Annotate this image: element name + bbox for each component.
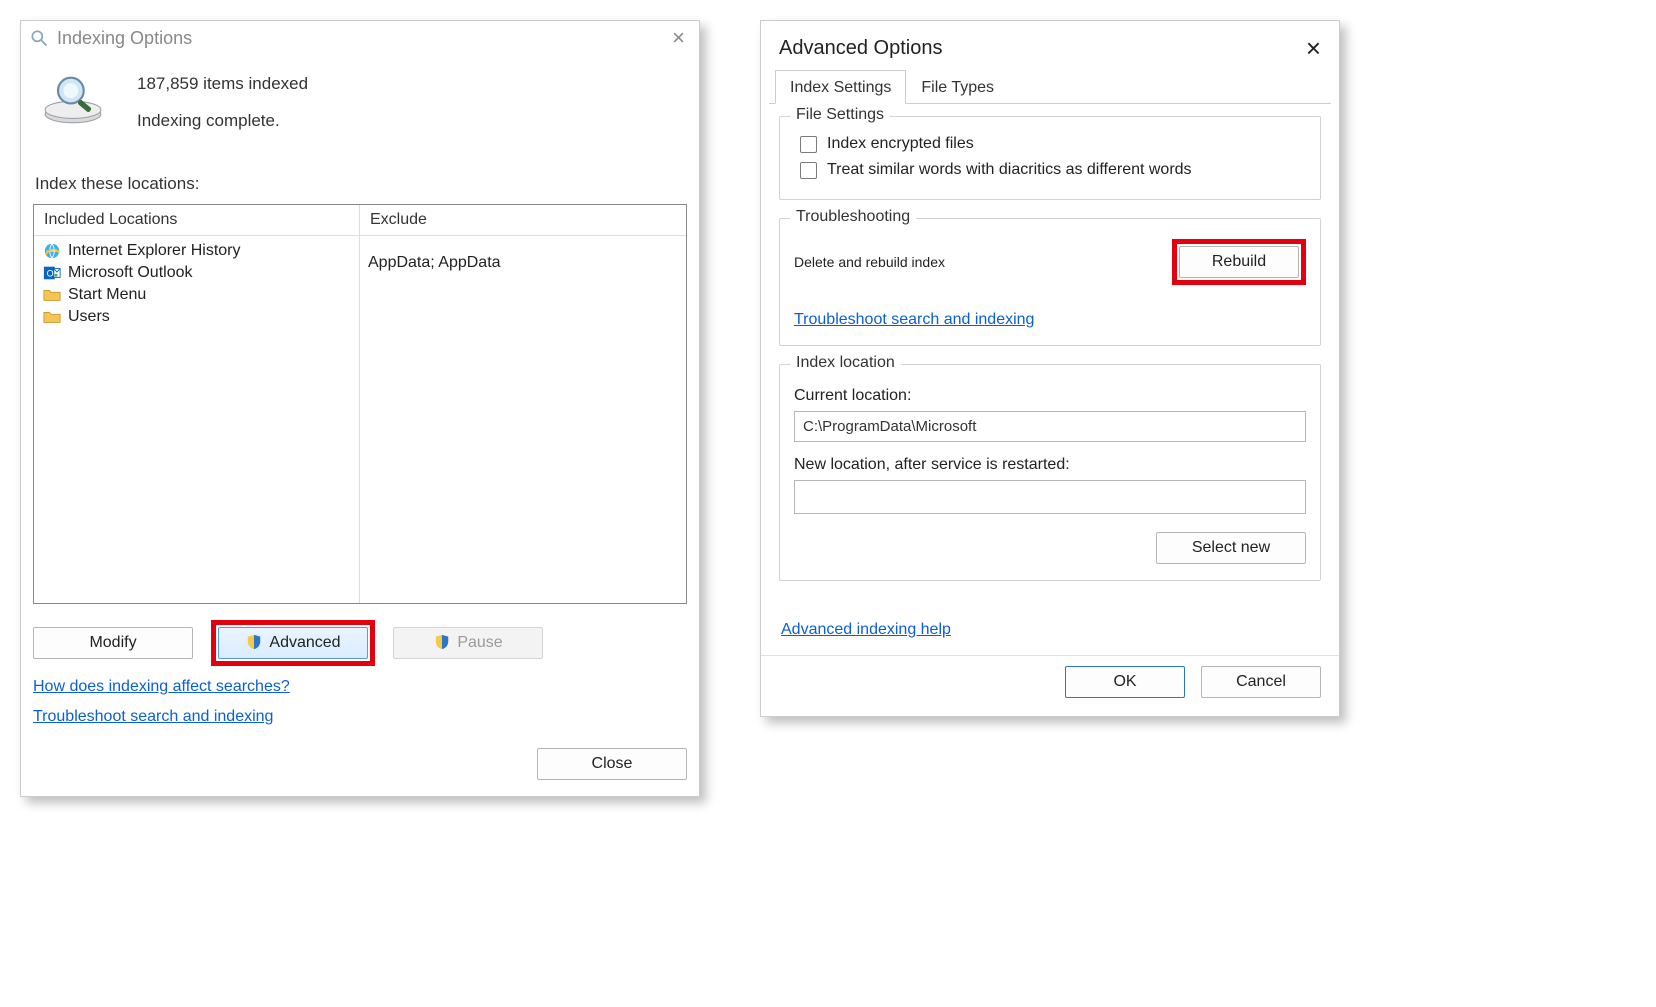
rebuild-button-highlight: Rebuild bbox=[1172, 239, 1306, 285]
items-indexed-text: 187,859 items indexed bbox=[137, 65, 308, 102]
new-location-field[interactable] bbox=[794, 480, 1306, 514]
tabstrip: Index Settings File Types bbox=[769, 69, 1331, 104]
group-title: File Settings bbox=[790, 106, 890, 124]
advanced-options-dialog: Advanced Options × Index Settings File T… bbox=[760, 20, 1340, 717]
tab-file-types[interactable]: File Types bbox=[906, 70, 1009, 104]
svg-text:O: O bbox=[47, 268, 54, 278]
table-row[interactable]: Internet Explorer History bbox=[42, 240, 351, 262]
indexing-options-dialog: Indexing Options × 187,859 items indexed… bbox=[20, 20, 700, 797]
modify-button[interactable]: Modify bbox=[33, 627, 193, 659]
indexing-status-icon bbox=[37, 65, 109, 129]
dialog-title: Indexing Options bbox=[57, 28, 192, 49]
current-location-label: Current location: bbox=[794, 387, 1306, 405]
locations-table: Included Locations Exclude Internet Expl… bbox=[33, 204, 687, 604]
ie-icon bbox=[42, 242, 62, 260]
close-icon[interactable]: × bbox=[666, 27, 691, 49]
titlebar: Indexing Options × bbox=[21, 21, 699, 53]
checkbox-label: Index encrypted files bbox=[827, 135, 974, 153]
troubleshoot-link[interactable]: Troubleshoot search and indexing bbox=[794, 311, 1034, 329]
dialog-title: Advanced Options bbox=[779, 37, 942, 60]
index-locations-label: Index these locations: bbox=[35, 174, 687, 194]
shield-icon bbox=[245, 634, 263, 652]
advanced-help-link[interactable]: Advanced indexing help bbox=[781, 621, 951, 639]
table-row[interactable]: O Microsoft Outlook bbox=[42, 262, 351, 284]
close-button[interactable]: Close bbox=[537, 748, 687, 780]
index-location-group: Index location Current location: C:\Prog… bbox=[779, 364, 1321, 581]
column-exclude[interactable]: Exclude bbox=[360, 205, 686, 235]
cancel-button[interactable]: Cancel bbox=[1201, 666, 1321, 698]
indexing-status-text: Indexing complete. bbox=[137, 102, 308, 139]
titlebar: Advanced Options × bbox=[761, 21, 1339, 69]
pause-button: Pause bbox=[393, 627, 543, 659]
outlook-icon: O bbox=[42, 264, 62, 282]
checkbox-index-encrypted[interactable] bbox=[800, 136, 817, 153]
exclude-cell: AppData; AppData bbox=[368, 252, 678, 274]
row-name: Internet Explorer History bbox=[68, 242, 241, 260]
table-row[interactable]: Users bbox=[42, 306, 351, 328]
checkbox-label: Treat similar words with diacritics as d… bbox=[827, 161, 1192, 179]
group-title: Troubleshooting bbox=[790, 208, 916, 226]
advanced-button[interactable]: Advanced bbox=[218, 627, 368, 659]
troubleshooting-group: Troubleshooting Delete and rebuild index… bbox=[779, 218, 1321, 346]
rebuild-label: Delete and rebuild index bbox=[794, 254, 945, 270]
select-new-button[interactable]: Select new bbox=[1156, 532, 1306, 564]
troubleshoot-link[interactable]: Troubleshoot search and indexing bbox=[33, 708, 273, 726]
folder-icon bbox=[42, 308, 62, 326]
tab-index-settings[interactable]: Index Settings bbox=[775, 70, 906, 104]
rebuild-button[interactable]: Rebuild bbox=[1179, 246, 1299, 278]
advanced-button-highlight: Advanced bbox=[211, 620, 375, 666]
row-name: Microsoft Outlook bbox=[68, 264, 192, 282]
file-settings-group: File Settings Index encrypted files Trea… bbox=[779, 116, 1321, 200]
column-included[interactable]: Included Locations bbox=[34, 205, 360, 235]
folder-icon bbox=[42, 286, 62, 304]
row-name: Start Menu bbox=[68, 286, 146, 304]
ok-button[interactable]: OK bbox=[1065, 666, 1185, 698]
checkbox-diacritics[interactable] bbox=[800, 162, 817, 179]
group-title: Index location bbox=[790, 354, 901, 372]
shield-icon bbox=[433, 634, 451, 652]
close-icon[interactable]: × bbox=[1300, 35, 1327, 61]
current-location-field[interactable]: C:\ProgramData\Microsoft bbox=[794, 411, 1306, 442]
row-name: Users bbox=[68, 308, 110, 326]
new-location-label: New location, after service is restarted… bbox=[794, 456, 1306, 474]
table-row[interactable]: Start Menu bbox=[42, 284, 351, 306]
magnifier-icon bbox=[29, 28, 49, 48]
how-indexing-affects-link[interactable]: How does indexing affect searches? bbox=[33, 678, 290, 696]
